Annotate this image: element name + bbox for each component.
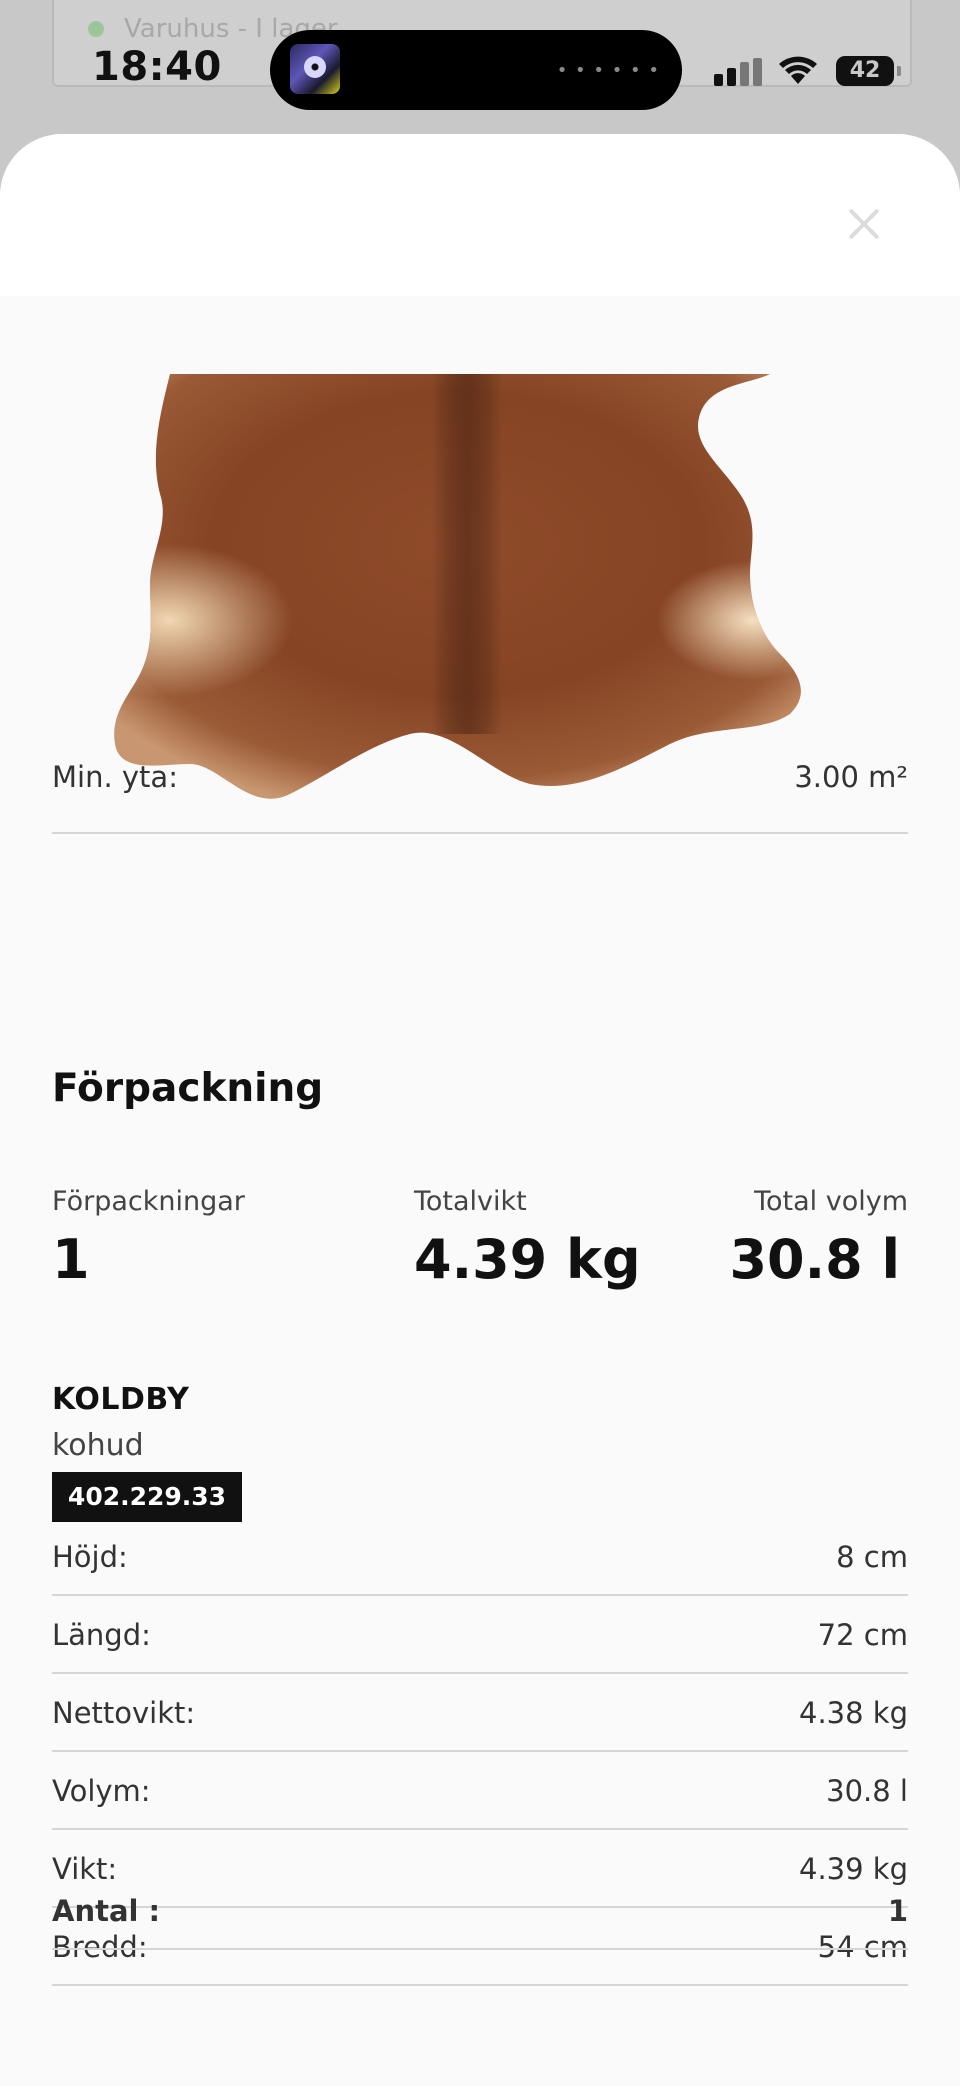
quantity-value: 1 <box>887 1894 908 1928</box>
packages-value: 1 <box>52 1228 90 1291</box>
spec-row-net-weight: Nettovikt: 4.38 kg <box>52 1696 908 1730</box>
product-name: KOLDBY <box>52 1382 190 1417</box>
spec-value: 30.8 l <box>826 1774 908 1808</box>
total-volume-label: Total volym <box>754 1186 908 1217</box>
signal-icon <box>714 58 764 86</box>
spec-label: Nettovikt: <box>52 1696 196 1730</box>
article-number-badge: 402.229.33 <box>52 1472 242 1522</box>
packages-label: Förpackningar <box>52 1186 245 1217</box>
quantity-label: Antal : <box>52 1894 161 1928</box>
product-details-sheet: Min. yta: 3.00 m² Förpackning Förpacknin… <box>0 134 960 2086</box>
total-weight-value: 4.39 kg <box>414 1228 641 1291</box>
spec-label: Höjd: <box>52 1540 128 1574</box>
spec-label: Volym: <box>52 1774 151 1808</box>
quantity-row: Antal : 1 <box>52 1894 908 1928</box>
divider <box>52 1750 908 1752</box>
divider <box>52 1984 908 1986</box>
spec-label: Längd: <box>52 1618 151 1652</box>
wifi-icon <box>779 56 817 84</box>
sheet-header <box>0 134 960 296</box>
spec-label: Bredd: <box>52 1930 148 1964</box>
min-area-label: Min. yta: <box>52 760 178 794</box>
now-playing-artwork <box>290 44 340 94</box>
spec-value: 8 cm <box>836 1540 908 1574</box>
audio-waveform-icon: • • • • • • <box>556 60 660 81</box>
product-type: kohud <box>52 1428 144 1463</box>
total-weight-label: Totalvikt <box>414 1186 527 1217</box>
spec-value: 4.39 kg <box>799 1852 908 1886</box>
divider <box>52 1948 908 1950</box>
divider <box>52 1672 908 1674</box>
stock-dot-icon <box>88 21 104 37</box>
divider <box>52 832 908 834</box>
spec-row-volume: Volym: 30.8 l <box>52 1774 908 1808</box>
min-area-value: 3.00 m² <box>794 760 908 794</box>
spec-row-height: Höjd: 8 cm <box>52 1540 908 1574</box>
spec-value: 4.38 kg <box>799 1696 908 1730</box>
cowhide-product-image <box>114 374 801 799</box>
spec-row-length: Längd: 72 cm <box>52 1618 908 1652</box>
divider <box>52 1828 908 1830</box>
spec-value: 54 cm <box>817 1930 908 1964</box>
dynamic-island[interactable]: • • • • • • <box>270 30 682 110</box>
packaging-title: Förpackning <box>52 1066 324 1111</box>
status-time: 18:40 <box>92 44 222 90</box>
spec-label: Vikt: <box>52 1852 118 1886</box>
spec-row-width: Bredd: 54 cm <box>52 1930 908 1964</box>
battery-icon: 42 <box>836 56 901 86</box>
spec-value: 72 cm <box>817 1618 908 1652</box>
spec-row-weight: Vikt: 4.39 kg <box>52 1852 908 1886</box>
divider <box>52 1594 908 1596</box>
total-volume-value: 30.8 l <box>729 1228 900 1291</box>
min-area-row: Min. yta: 3.00 m² <box>52 760 908 794</box>
close-icon[interactable] <box>842 202 886 246</box>
